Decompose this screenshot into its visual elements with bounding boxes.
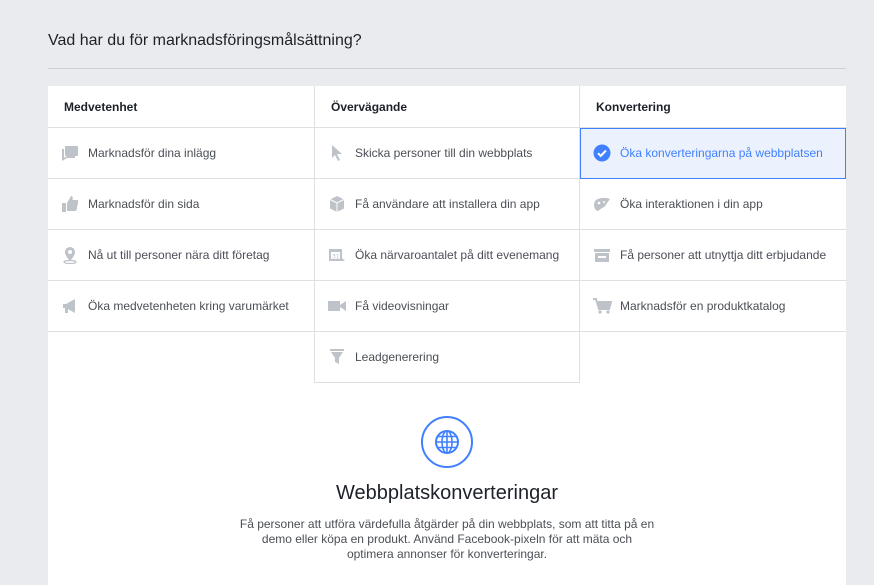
- objective-offer-claims[interactable]: Få personer att utnyttja ditt erbjudande: [580, 230, 846, 281]
- objective-detail: Webbplatskonverteringar Få personer att …: [48, 416, 846, 562]
- objective-website-conversions[interactable]: Öka konverteringarna på webbplatsen: [580, 128, 846, 179]
- objective-lead-generation[interactable]: Leadgenerering: [315, 332, 579, 383]
- check-circle-icon: [592, 143, 612, 163]
- offer-icon: [592, 245, 612, 265]
- objective-label: Öka närvaroantalet på ditt evenemang: [355, 248, 560, 262]
- column-consideration: Övervägande Skicka personer till din web…: [314, 86, 580, 383]
- objective-label: Marknadsför en produktkatalog: [620, 299, 786, 313]
- objective-app-engagement[interactable]: Öka interaktionen i din app: [580, 179, 846, 230]
- objective-video-views[interactable]: Få videovisningar: [315, 281, 579, 332]
- column-title: Konvertering: [580, 86, 846, 128]
- location-pin-icon: [60, 245, 80, 265]
- objective-label: Skicka personer till din webbplats: [355, 146, 533, 160]
- objective-columns: Medvetenhet Marknadsför dina inlägg Mark…: [48, 86, 846, 388]
- column-title: Övervägande: [315, 86, 579, 128]
- objective-label: Leadgenerering: [355, 350, 440, 364]
- objective-label: Marknadsför dina inlägg: [88, 146, 217, 160]
- column-awareness: Medvetenhet Marknadsför dina inlägg Mark…: [48, 86, 314, 332]
- objective-label: Nå ut till personer nära ditt företag: [88, 248, 270, 262]
- calendar-icon: 31: [327, 245, 347, 265]
- objective-label: Få användare att installera din app: [355, 197, 540, 211]
- post-icon: [60, 143, 80, 163]
- gamepad-icon: [592, 194, 612, 214]
- objective-brand-awareness[interactable]: Öka medvetenheten kring varumärket: [48, 281, 314, 332]
- detail-description: Få personer att utföra värdefulla åtgärd…: [239, 517, 655, 561]
- thumbs-up-icon: [60, 194, 80, 214]
- box-icon: [327, 194, 347, 214]
- shopping-cart-icon: [592, 296, 612, 316]
- objective-panel: Medvetenhet Marknadsför dina inlägg Mark…: [48, 86, 846, 585]
- objective-label: Öka interaktionen i din app: [620, 197, 763, 211]
- objective-local-awareness[interactable]: Nå ut till personer nära ditt företag: [48, 230, 314, 281]
- objective-product-catalog[interactable]: Marknadsför en produktkatalog: [580, 281, 846, 332]
- detail-title: Webbplatskonverteringar: [336, 482, 558, 504]
- objective-label: Få personer att utnyttja ditt erbjudande: [620, 248, 827, 262]
- objective-app-installs[interactable]: Få användare att installera din app: [315, 179, 579, 230]
- objective-event-responses[interactable]: 31 Öka närvaroantalet på ditt evenemang: [315, 230, 579, 281]
- page-title: Vad har du för marknadsföringsmålsättnin…: [48, 32, 362, 49]
- video-camera-icon: [327, 296, 347, 316]
- objective-label: Få videovisningar: [355, 299, 450, 313]
- objective-label: Öka medvetenheten kring varumärket: [88, 299, 289, 313]
- objective-label: Öka konverteringarna på webbplatsen: [620, 146, 823, 160]
- cursor-icon: [327, 143, 347, 163]
- megaphone-icon: [60, 296, 80, 316]
- objective-label: Marknadsför din sida: [88, 197, 200, 211]
- globe-icon: [421, 416, 473, 468]
- funnel-icon: [327, 347, 347, 367]
- objective-post-engagement[interactable]: Marknadsför dina inlägg: [48, 128, 314, 179]
- svg-text:31: 31: [332, 254, 340, 261]
- column-conversion: Konvertering Öka konverteringarna på web…: [580, 86, 846, 332]
- objective-page-likes[interactable]: Marknadsför din sida: [48, 179, 314, 230]
- divider: [48, 68, 846, 69]
- objective-traffic[interactable]: Skicka personer till din webbplats: [315, 128, 579, 179]
- column-title: Medvetenhet: [48, 86, 314, 128]
